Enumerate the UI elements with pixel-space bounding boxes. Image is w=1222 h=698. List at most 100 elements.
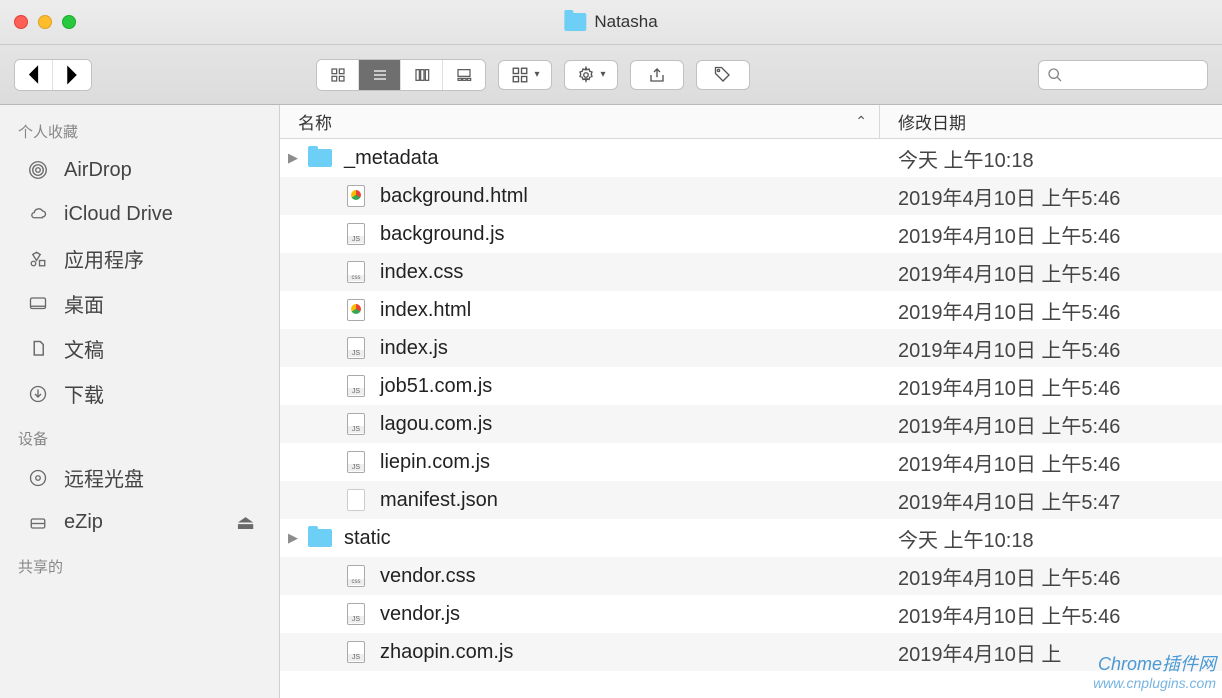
minimize-button[interactable] <box>38 15 52 29</box>
sort-asc-icon: ⌃ <box>855 113 867 130</box>
sidebar-item-label: 远程光盘 <box>64 463 144 492</box>
sidebar-item-drive[interactable]: eZip ⏏ <box>0 500 279 544</box>
column-date[interactable]: 修改日期 <box>880 105 1222 138</box>
view-list-button[interactable] <box>359 60 401 90</box>
maximize-button[interactable] <box>62 15 76 29</box>
file-name: background.js <box>380 223 505 246</box>
css-file-icon <box>344 564 368 588</box>
column-name[interactable]: 名称 ⌃ <box>280 105 880 138</box>
action-menu-button[interactable]: ▾ <box>564 60 618 90</box>
name-cell: background.html <box>280 184 880 208</box>
name-cell: zhaopin.com.js <box>280 640 880 664</box>
file-row[interactable]: ▶_metadata今天 上午10:18 <box>280 139 1222 177</box>
folder-icon <box>308 526 332 550</box>
js-file-icon <box>344 374 368 398</box>
documents-icon <box>24 335 52 363</box>
name-cell: vendor.js <box>280 602 880 626</box>
file-row[interactable]: ▶static今天 上午10:18 <box>280 519 1222 557</box>
search-icon <box>1047 67 1063 83</box>
sidebar-item-label: iCloud Drive <box>64 203 173 226</box>
view-icons-button[interactable] <box>317 60 359 90</box>
forward-button[interactable] <box>53 60 91 90</box>
column-name-label: 名称 <box>298 109 332 134</box>
file-date: 2019年4月10日 上午5:46 <box>880 334 1222 363</box>
search-input[interactable] <box>1038 60 1208 90</box>
file-name: vendor.css <box>380 565 476 588</box>
main: 个人收藏AirDropiCloud Drive应用程序桌面文稿下载设备远程光盘e… <box>0 105 1222 698</box>
name-cell: background.js <box>280 222 880 246</box>
file-name: zhaopin.com.js <box>380 641 513 664</box>
file-row[interactable]: background.html 2019年4月10日 上午5:46 <box>280 177 1222 215</box>
name-cell: job51.com.js <box>280 374 880 398</box>
desktop-icon <box>24 290 52 318</box>
css-file-icon <box>344 260 368 284</box>
file-row[interactable]: index.html2019年4月10日 上午5:46 <box>280 291 1222 329</box>
file-icon <box>344 488 368 512</box>
sidebar-item-label: 桌面 <box>64 289 104 318</box>
html-file-icon <box>344 298 368 322</box>
sidebar-item-disc[interactable]: 远程光盘 <box>0 455 279 500</box>
file-row[interactable]: manifest.json2019年4月10日 上午5:47 <box>280 481 1222 519</box>
js-file-icon <box>344 222 368 246</box>
sidebar-item-desktop[interactable]: 桌面 <box>0 281 279 326</box>
tags-button[interactable] <box>696 60 750 90</box>
file-name: lagou.com.js <box>380 413 492 436</box>
file-name: index.css <box>380 261 463 284</box>
back-button[interactable] <box>15 60 53 90</box>
sidebar-item-apps[interactable]: 应用程序 <box>0 236 279 281</box>
sidebar-item-icloud[interactable]: iCloud Drive <box>0 192 279 236</box>
toolbar: ▾ ▾ <box>0 45 1222 105</box>
sidebar-item-label: 应用程序 <box>64 244 144 273</box>
file-row[interactable]: liepin.com.js 2019年4月10日 上午5:46 <box>280 443 1222 481</box>
sidebar-item-airdrop[interactable]: AirDrop <box>0 148 279 192</box>
js-file-icon <box>344 412 368 436</box>
file-row[interactable]: job51.com.js2019年4月10日 上午5:46 <box>280 367 1222 405</box>
sidebar-item-label: AirDrop <box>64 159 132 182</box>
folder-icon <box>564 13 586 31</box>
window-controls <box>0 15 76 29</box>
file-row[interactable]: vendor.css 2019年4月10日 上午5:46 <box>280 557 1222 595</box>
file-date: 今天 上午10:18 <box>880 524 1222 553</box>
view-columns-button[interactable] <box>401 60 443 90</box>
file-date: 2019年4月10日 上午5:46 <box>880 600 1222 629</box>
sidebar-item-documents[interactable]: 文稿 <box>0 326 279 371</box>
share-button[interactable] <box>630 60 684 90</box>
file-row[interactable]: zhaopin.com.js2019年4月10日 上 <box>280 633 1222 671</box>
sidebar-item-downloads[interactable]: 下载 <box>0 371 279 416</box>
close-button[interactable] <box>14 15 28 29</box>
disclosure-triangle[interactable]: ▶ <box>284 150 302 166</box>
file-row[interactable]: index.css2019年4月10日 上午5:46 <box>280 253 1222 291</box>
sidebar-item-label: 下载 <box>64 379 104 408</box>
sidebar-section-header: 个人收藏 <box>0 109 279 148</box>
sidebar: 个人收藏AirDropiCloud Drive应用程序桌面文稿下载设备远程光盘e… <box>0 105 280 698</box>
downloads-icon <box>24 380 52 408</box>
js-file-icon <box>344 450 368 474</box>
sidebar-item-label: eZip <box>64 511 103 534</box>
file-date: 2019年4月10日 上午5:46 <box>880 372 1222 401</box>
apps-icon <box>24 245 52 273</box>
file-date: 2019年4月10日 上午5:46 <box>880 448 1222 477</box>
sidebar-item-label: 文稿 <box>64 334 104 363</box>
file-date: 2019年4月10日 上午5:46 <box>880 562 1222 591</box>
file-name: background.html <box>380 185 528 208</box>
disclosure-triangle[interactable]: ▶ <box>284 530 302 546</box>
view-gallery-button[interactable] <box>443 60 485 90</box>
file-row[interactable]: vendor.js 2019年4月10日 上午5:46 <box>280 595 1222 633</box>
file-row[interactable]: lagou.com.js 2019年4月10日 上午5:46 <box>280 405 1222 443</box>
file-name: liepin.com.js <box>380 451 490 474</box>
js-file-icon <box>344 640 368 664</box>
group-by-button[interactable]: ▾ <box>498 60 552 90</box>
file-date: 2019年4月10日 上午5:46 <box>880 296 1222 325</box>
file-date: 2019年4月10日 上午5:46 <box>880 182 1222 211</box>
eject-icon[interactable]: ⏏ <box>236 510 255 535</box>
file-date: 2019年4月10日 上午5:46 <box>880 410 1222 439</box>
name-cell: liepin.com.js <box>280 450 880 474</box>
file-row[interactable]: background.js 2019年4月10日 上午5:46 <box>280 215 1222 253</box>
file-date: 2019年4月10日 上午5:46 <box>880 220 1222 249</box>
file-name: vendor.js <box>380 603 460 626</box>
file-list: ▶_metadata今天 上午10:18 background.html 2019年… <box>280 139 1222 698</box>
sidebar-section-header: 共享的 <box>0 544 279 583</box>
name-cell: manifest.json <box>280 488 880 512</box>
name-cell: ▶static <box>280 526 880 550</box>
file-row[interactable]: index.js2019年4月10日 上午5:46 <box>280 329 1222 367</box>
